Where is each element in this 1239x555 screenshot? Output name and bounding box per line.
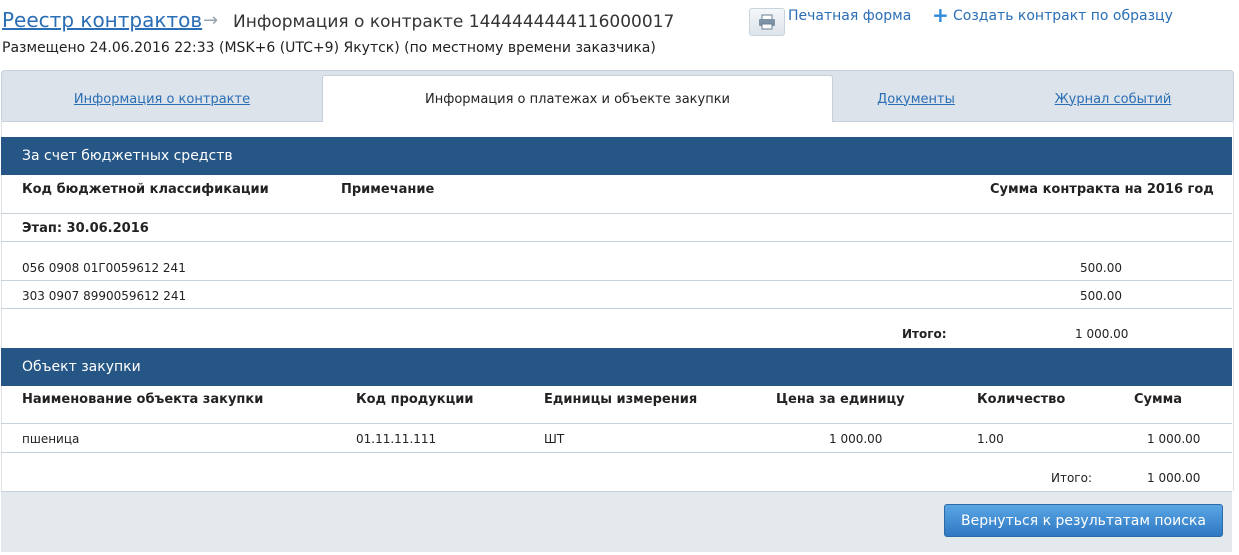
- breadcrumb-contract-registry[interactable]: Реестр контрактов: [2, 8, 202, 32]
- divider: [1, 423, 1232, 424]
- object-section-header: Объект закупки: [1, 348, 1232, 386]
- object-row-name: пшеница: [22, 432, 80, 446]
- object-row-qty: 1.00: [977, 432, 1004, 446]
- tab-event-log[interactable]: Журнал событий: [1000, 78, 1226, 120]
- object-total-value: 1 000.00: [1147, 471, 1201, 485]
- back-to-results-button[interactable]: Вернуться к результатам поиска: [944, 504, 1223, 537]
- tab-payments-object[interactable]: Информация о платежах и объекте закупки: [322, 75, 833, 122]
- content-panel: [1, 120, 1234, 491]
- print-button[interactable]: [749, 8, 785, 36]
- col-budget-code: Код бюджетной классификации: [22, 182, 269, 197]
- col-product-code: Код продукции: [356, 392, 474, 407]
- page-title: Информация о контракте 14444444441160000…: [233, 12, 675, 32]
- printer-icon: [759, 14, 775, 30]
- tab-documents[interactable]: Документы: [832, 78, 1000, 120]
- object-row-code: 01.11.11.111: [356, 432, 437, 446]
- col-contract-sum: Сумма контракта на 2016 год: [990, 182, 1214, 197]
- col-note: Примечание: [341, 182, 435, 197]
- budget-row-code: 303 0907 8990059612 241: [22, 289, 187, 303]
- col-object-name: Наименование объекта закупки: [22, 392, 264, 407]
- budget-total-value: 1 000.00: [1075, 327, 1129, 341]
- col-unit: Единицы измерения: [544, 392, 698, 407]
- col-unit-price: Цена за единицу: [776, 392, 905, 407]
- divider: [1, 280, 1232, 281]
- budget-section-title: За счет бюджетных средств: [22, 148, 233, 164]
- posted-info: Размещено 24.06.2016 22:33 (MSK+6 (UTC+9…: [2, 40, 656, 56]
- divider: [1, 241, 1232, 242]
- stage-label: Этап: 30.06.2016: [22, 221, 149, 236]
- object-row-sum: 1 000.00: [1147, 432, 1201, 446]
- budget-row-sum: 500.00: [1080, 289, 1122, 303]
- tab-contract-info[interactable]: Информация о контракте: [2, 78, 322, 120]
- budget-section-header: За счет бюджетных средств: [1, 137, 1232, 175]
- divider: [1, 213, 1232, 214]
- budget-row-code: 056 0908 01Г0059612 241: [22, 261, 186, 275]
- print-form-link[interactable]: Печатная форма: [788, 8, 911, 24]
- divider: [1, 452, 1232, 453]
- budget-total-label: Итого:: [902, 327, 947, 341]
- object-section-title: Объект закупки: [22, 359, 141, 375]
- object-row-price: 1 000.00: [829, 432, 883, 446]
- divider: [1, 308, 1232, 309]
- col-quantity: Количество: [977, 392, 1066, 407]
- col-sum: Сумма: [1134, 392, 1183, 407]
- object-row-unit: ШТ: [544, 432, 565, 446]
- budget-row-sum: 500.00: [1080, 261, 1122, 275]
- object-total-label: Итого:: [1051, 471, 1092, 485]
- create-contract-link[interactable]: Создать контракт по образцу: [953, 8, 1173, 24]
- plus-icon[interactable]: +: [932, 3, 949, 27]
- breadcrumb-arrow-icon: →: [203, 10, 219, 31]
